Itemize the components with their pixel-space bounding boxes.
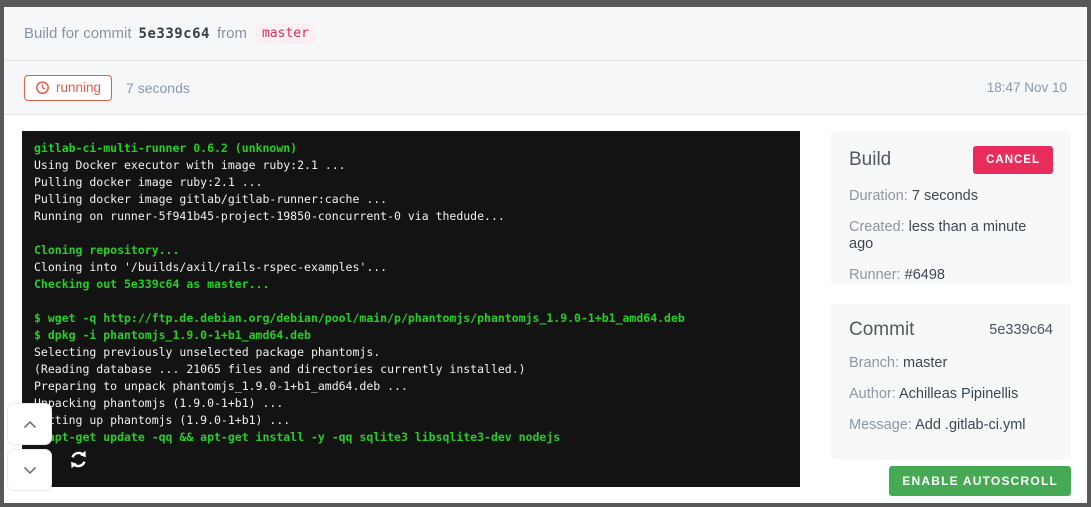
scroll-up-button[interactable]	[7, 403, 52, 445]
terminal-line: (Reading database ... 21065 files and di…	[34, 361, 788, 378]
build-panel-header: Build CANCEL	[849, 146, 1053, 174]
terminal-line: $ wget -q http://ftp.de.debian.org/debia…	[34, 310, 788, 327]
commit-panel-title: Commit	[849, 319, 914, 341]
info-row: Runner: #6498	[849, 267, 1053, 284]
build-title-prefix: Build for commit	[24, 25, 132, 42]
status-timestamp: 18:47 Nov 10	[987, 80, 1067, 95]
terminal-line: Preparing to unpack phantomjs_1.9.0-1+b1…	[34, 378, 788, 395]
chevron-up-icon	[23, 420, 37, 429]
build-page: Build for commit 5e339c64 from master ru…	[0, 0, 1091, 507]
terminal-line: Pulling docker image gitlab/gitlab-runne…	[34, 191, 788, 208]
info-row: Author: Achilleas Pipinellis	[849, 386, 1053, 403]
terminal-line: Setting up phantomjs (1.9.0-1+b1) ...	[34, 412, 788, 429]
commit-panel-header: Commit 5e339c64	[849, 319, 1053, 341]
build-header: Build for commit 5e339c64 from master	[4, 7, 1087, 61]
terminal-line: Cloning repository...	[34, 242, 788, 259]
terminal-line: Running on runner-5f941b45-project-19850…	[34, 208, 788, 225]
status-duration: 7 seconds	[126, 80, 190, 96]
build-log-terminal: gitlab-ci-multi-runner 0.6.2 (unknown)Us…	[22, 131, 800, 487]
clock-icon	[35, 80, 50, 95]
commit-panel: Commit 5e339c64 Branch: master Author: Ac…	[831, 304, 1071, 459]
build-panel-rows: Duration: 7 seconds Created: less than a …	[849, 188, 1053, 284]
terminal-line: gitlab-ci-multi-runner 0.6.2 (unknown)	[34, 140, 788, 157]
info-row: Branch: master	[849, 355, 1053, 372]
status-bar: running 7 seconds 18:47 Nov 10	[4, 61, 1087, 115]
status-label: running	[56, 80, 101, 95]
terminal-line: Using Docker executor with image ruby:2.…	[34, 157, 788, 174]
from-label: from	[217, 25, 247, 42]
build-panel-title: Build	[849, 149, 891, 171]
terminal-line: Pulling docker image ruby:2.1 ...	[34, 174, 788, 191]
branch-link[interactable]: master	[256, 24, 315, 44]
terminal-line: Unpacking phantomjs (1.9.0-1+b1) ...	[34, 395, 788, 412]
terminal-line: $ apt-get update -qq && apt-get install …	[34, 429, 788, 446]
cancel-button[interactable]: CANCEL	[973, 146, 1053, 174]
scroll-down-button[interactable]	[7, 449, 52, 491]
terminal-line	[34, 293, 788, 310]
enable-autoscroll-button[interactable]: ENABLE AUTOSCROLL	[889, 466, 1071, 496]
main-content: gitlab-ci-multi-runner 0.6.2 (unknown)Us…	[4, 115, 1087, 503]
terminal-line	[34, 225, 788, 242]
chevron-down-icon	[23, 466, 37, 475]
commit-sha: 5e339c64	[139, 26, 210, 42]
commit-sha-link[interactable]: 5e339c64	[989, 322, 1053, 338]
status-badge: running	[24, 75, 112, 101]
terminal-log: gitlab-ci-multi-runner 0.6.2 (unknown)Us…	[34, 140, 788, 446]
terminal-line: Cloning into '/builds/axil/rails-rspec-e…	[34, 259, 788, 276]
info-row: Duration: 7 seconds	[849, 188, 1053, 205]
info-row: Created: less than a minute ago	[849, 219, 1053, 253]
terminal-line: Selecting previously unselected package …	[34, 344, 788, 361]
build-panel: Build CANCEL Duration: 7 seconds Created:…	[831, 131, 1071, 284]
terminal-line: Checking out 5e339c64 as master...	[34, 276, 788, 293]
terminal-line: $ dpkg -i phantomjs_1.9.0-1+b1_amd64.deb	[34, 327, 788, 344]
commit-panel-rows: Branch: master Author: Achilleas Pipinell…	[849, 355, 1053, 434]
refresh-icon	[68, 449, 89, 470]
info-row: Message: Add .gitlab-ci.yml	[849, 417, 1053, 434]
